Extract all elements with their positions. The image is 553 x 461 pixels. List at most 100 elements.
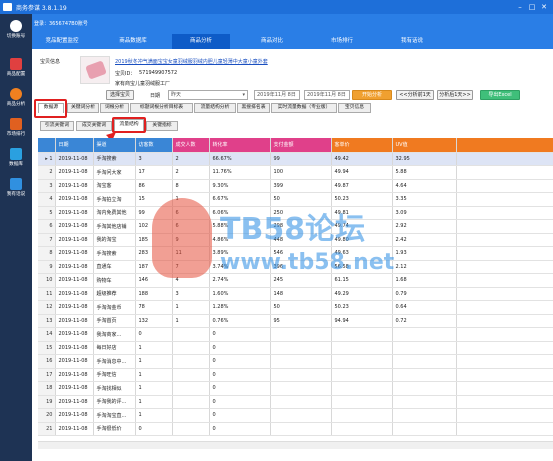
table-cell[interactable]: 2019-11-08 [55,206,94,220]
sidebar-item-product-analysis[interactable]: 商品分析 [0,86,32,112]
table-cell[interactable]: 手淘旺信 [93,368,136,382]
table-cell[interactable] [172,422,210,436]
table-cell[interactable] [172,327,210,342]
table-cell[interactable]: 0 [209,327,271,342]
table-cell[interactable]: 250 [270,206,332,220]
select-product-button[interactable]: 选择宝贝 [106,90,134,100]
table-cell[interactable] [331,327,393,342]
table-cell[interactable]: 132 [135,314,173,328]
nav-market-rank[interactable]: 市场排行 [314,34,370,49]
table-cell[interactable]: 2019-11-08 [55,341,94,355]
column-header[interactable]: 成交人数 [172,138,210,153]
date-range-select[interactable]: 昨天 ▾ [168,90,248,100]
table-cell[interactable]: 2019-11-08 [55,381,94,396]
column-header[interactable]: 渠道 [93,138,136,153]
table-cell[interactable]: 0.64 [392,300,457,315]
table-cell[interactable]: 49.63 [331,246,393,261]
table-cell[interactable]: 94.94 [331,314,393,328]
product-thumbnail[interactable] [80,56,110,84]
table-cell[interactable]: 6 [172,206,210,220]
table-row[interactable]: 20 2019-11-08 手淘淘宝直... 1 0 [38,408,553,423]
table-cell[interactable]: 每日好店 [93,341,136,355]
table-cell[interactable]: 我淘商家... [93,327,136,342]
table-cell[interactable]: 我的淘宝 [93,233,136,247]
table-row[interactable]: 7 2019-11-08 我的淘宝 185 9 4.86% 448 49.80 2.42 [38,233,553,247]
table-cell[interactable]: 3.89% [209,246,271,261]
minimize-icon[interactable]: – [515,2,525,12]
table-cell[interactable] [331,368,393,382]
table-cell[interactable]: 4 [172,273,210,288]
table-cell[interactable] [392,341,457,355]
table-cell[interactable]: 0 [135,422,173,436]
table-cell[interactable] [270,341,332,355]
table-row[interactable]: ▸ 1 2019-11-08 手淘搜索 3 2 66.67% 99 49.42 32.95 [38,152,553,166]
table-cell[interactable]: 2 [172,165,210,180]
table-row[interactable]: 3 2019-11-08 淘宝客 86 8 9.30% 399 49.87 4.64 [38,179,553,193]
column-header[interactable]: 转化率 [209,138,271,153]
export-excel-button[interactable]: 导出Excel [480,90,520,100]
table-cell[interactable] [392,408,457,423]
table-cell[interactable]: 11.76% [209,165,271,180]
table-cell[interactable]: 100 [270,165,332,180]
tab-black-search[interactable]: 黑搜排名表 [237,103,270,113]
table-cell[interactable]: 0 [209,368,271,382]
table-row[interactable]: 11 2019-11-08 超级推荐 188 3 1.60% 148 49.29 0.79 [38,287,553,301]
table-cell[interactable]: 2019-11-08 [55,179,94,193]
table-cell[interactable]: 1 [135,408,173,423]
table-cell[interactable] [331,395,393,409]
column-header[interactable]: 访客数 [135,138,173,153]
table-cell[interactable] [270,422,332,436]
table-cell[interactable]: 2019-11-08 [55,327,94,342]
table-cell[interactable]: 396 [270,260,332,274]
table-cell[interactable]: 0 [135,327,173,342]
table-cell[interactable] [172,368,210,382]
table-cell[interactable]: 1.60% [209,287,271,301]
table-cell[interactable]: 超级推荐 [93,287,136,301]
table-cell[interactable]: 手淘拍立淘 [93,192,136,207]
table-cell[interactable]: 146 [135,273,173,288]
table-cell[interactable]: 2019-11-08 [55,354,94,369]
table-cell[interactable]: 手淘淘宝直... [93,408,136,423]
table-cell[interactable]: 61.15 [331,273,393,288]
table-cell[interactable]: 49.87 [331,179,393,193]
nav-competitor-monitor[interactable]: 竞品配置监控 [32,34,92,49]
table-row[interactable]: 10 2019-11-08 购物车 146 4 2.74% 245 61.15 1.68 [38,273,553,288]
table-cell[interactable]: 手淘搜索 [93,152,136,166]
next-day-button[interactable]: 分析后1天>> [437,90,473,100]
table-cell[interactable]: 手淘消息中... [93,354,136,369]
sidebar-item-switch-account[interactable]: 切换账号 [0,18,32,44]
table-cell[interactable]: 3.35 [392,192,457,207]
table-cell[interactable] [270,354,332,369]
table-cell[interactable]: 1 [172,314,210,328]
table-cell[interactable]: 49.29 [331,287,393,301]
table-cell[interactable]: 3 [172,287,210,301]
table-cell[interactable]: 5.88% [209,219,271,234]
tab-title-root-table[interactable]: 标题词根分析目标表 [130,103,193,113]
table-cell[interactable]: 手淘我的评... [93,395,136,409]
table-cell[interactable]: 0 [209,408,271,423]
table-cell[interactable]: 1.93 [392,246,457,261]
table-cell[interactable]: 2019-11-08 [55,408,94,423]
table-cell[interactable]: 2019-11-08 [55,395,94,409]
table-cell[interactable]: 0.76% [209,314,271,328]
table-cell[interactable]: 1 [135,368,173,382]
table-cell[interactable]: 0.79 [392,287,457,301]
table-cell[interactable]: 399 [270,179,332,193]
table-row[interactable]: 16 2019-11-08 手淘消息中... 1 0 [38,354,553,369]
table-cell[interactable] [270,327,332,342]
table-cell[interactable] [331,354,393,369]
table-cell[interactable]: 298 [270,219,332,234]
table-row[interactable]: 8 2019-11-08 手淘搜索 283 11 3.89% 546 49.63 1.93 [38,246,553,261]
table-cell[interactable] [270,395,332,409]
table-cell[interactable]: 1 [135,341,173,355]
table-cell[interactable]: 2019-11-08 [55,152,94,166]
table-cell[interactable]: 2.74% [209,273,271,288]
table-cell[interactable]: 49.42 [331,152,393,166]
table-cell[interactable]: 102 [135,219,173,234]
maximize-icon[interactable]: □ [527,2,537,12]
table-cell[interactable] [392,368,457,382]
table-cell[interactable]: 3 [135,152,173,166]
table-cell[interactable]: 546 [270,246,332,261]
table-cell[interactable]: 手淘搜索 [93,246,136,261]
table-cell[interactable]: 2019-11-08 [55,300,94,315]
